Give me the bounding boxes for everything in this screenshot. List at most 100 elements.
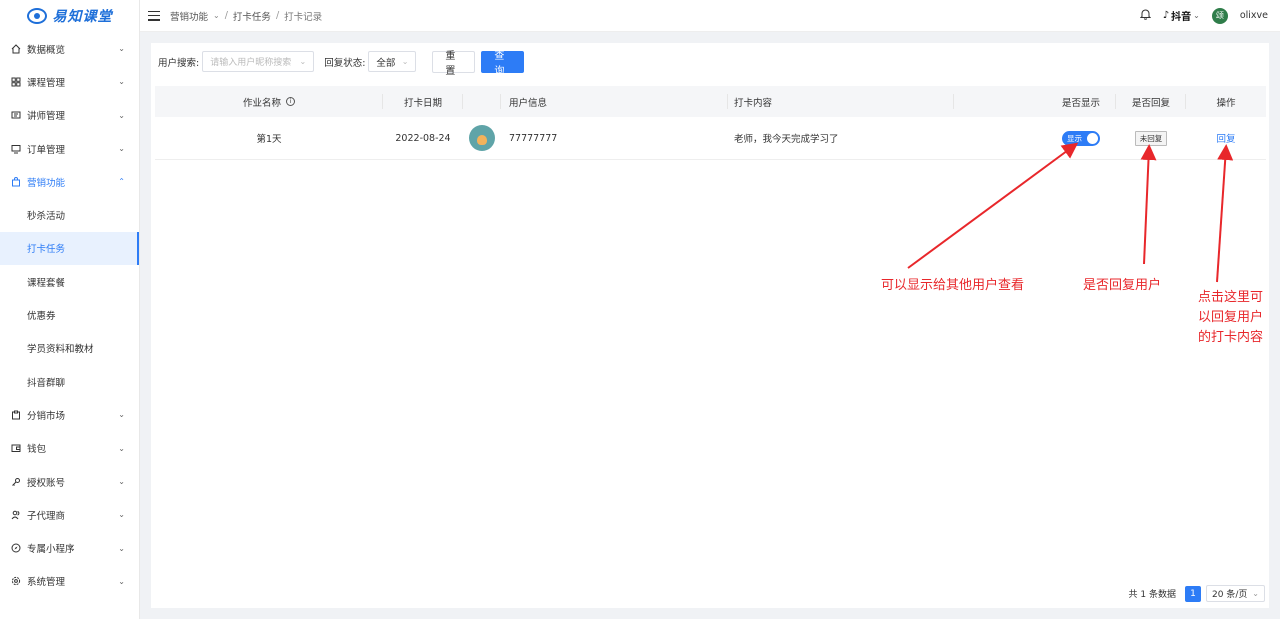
chevron-down-icon: ⌄ (213, 11, 220, 20)
page-button[interactable]: 1 (1185, 585, 1201, 602)
reply-status-tag: 未回复 (1134, 130, 1168, 146)
bell-icon[interactable] (1139, 8, 1151, 23)
home-icon (11, 43, 21, 54)
chevron-down-icon: ⌄ (118, 510, 125, 520)
chevron-down-icon: ⌄ (118, 77, 125, 87)
breadcrumb-separator: / (275, 10, 280, 21)
chevron-up-icon: ⌃ (118, 177, 125, 187)
query-button[interactable]: 查 询 (481, 50, 525, 77)
chevron-down-icon: ⌄ (118, 576, 125, 586)
cell-task: 第1天 (256, 134, 282, 145)
reset-button[interactable]: 重 置 (432, 50, 476, 77)
pagination: 共 1 条数据 1 20 条/页 ⌄ (1129, 585, 1265, 602)
chevron-down-icon: ⌄ (118, 543, 125, 553)
menu-fold-icon[interactable] (148, 10, 160, 21)
cell-display: 显示 (1046, 117, 1116, 159)
sidebar-item-orders[interactable]: 订单管理 ⌄ (0, 132, 139, 165)
cell-date: 2022-08-24 (395, 132, 451, 144)
wallet-icon (11, 443, 21, 453)
monitor-icon (11, 144, 21, 154)
sidebar-item-dashboard[interactable]: 数据概览 ⌄ (0, 32, 139, 65)
chevron-down-icon: ⌄ (401, 57, 409, 66)
sidebar-item-sub-agents[interactable]: 子代理商 ⌄ (0, 498, 139, 531)
chevron-down-icon: ⌄ (118, 477, 125, 486)
reply-link[interactable]: 回复 (1216, 131, 1235, 145)
sidebar: 易知课堂 数据概览 ⌄ 课程管理 ⌄ 讲师管理 ⌄ 订单管理 ⌄ 营销功能 ⌃ (0, 0, 140, 619)
chevron-down-icon: ⌄ (1252, 589, 1259, 598)
annotation-reply-status: 是否回复用户 (1083, 278, 1162, 293)
grid-icon (11, 77, 21, 87)
clipboard-icon (11, 410, 21, 420)
sidebar-subitem-course-bundle[interactable]: 课程套餐 (0, 265, 139, 298)
total-count: 共 1 条数据 (1128, 590, 1176, 600)
checkin-records-table: 作业名称 i 打卡日期 用户信息 打卡内容 是否显示 是否回复 操作 第1天 2… (155, 86, 1266, 160)
cell-spacer (954, 117, 1046, 159)
sidebar-item-distribution[interactable]: 分销市场 ⌄ (0, 398, 139, 431)
column-header-date: 打卡日期 (383, 86, 463, 117)
table-row: 第1天 2022-08-24 77777777 老师，我今天完成学习了 显示 未… (155, 117, 1266, 160)
key-icon (11, 477, 21, 487)
cell-avatar (463, 117, 501, 159)
bag-icon (11, 176, 21, 187)
breadcrumb-item-marketing[interactable]: 营销功能 (170, 9, 208, 23)
top-header: 营销功能 ⌄ / 打卡任务 / 打卡记录 ♪ 抖音 ⌄ 颂 olixve (140, 0, 1280, 32)
annotation-display: 可以显示给其他用户查看 (881, 278, 1025, 293)
chevron-down-icon: ⌄ (299, 57, 307, 66)
breadcrumb-separator: / (224, 10, 228, 21)
chevron-down-icon: ⌄ (118, 443, 125, 453)
annotation-action: 点击这里可 以回复用户 的打卡内容 (1198, 290, 1264, 345)
column-header-user-info: 用户信息 (501, 86, 728, 117)
display-toggle[interactable]: 显示 (1062, 130, 1100, 146)
filter-bar: 用户搜索: 请输入用户昵称搜索 ⌄ 回复状态: 全部 ⌄ 重 置 查 询 (158, 50, 530, 77)
breadcrumb-item-checkin-task[interactable]: 打卡任务 (233, 9, 271, 23)
sidebar-subitem-coupons[interactable]: 优惠券 (0, 298, 139, 331)
user-avatar (469, 125, 495, 151)
column-header-avatar (463, 86, 501, 117)
table-header: 作业名称 i 打卡日期 用户信息 打卡内容 是否显示 是否回复 操作 (155, 86, 1266, 117)
chevron-down-icon: ⌄ (118, 110, 125, 120)
reply-status-select[interactable]: 全部 ⌄ (368, 51, 417, 72)
username[interactable]: olixve (1240, 10, 1268, 21)
chevron-down-icon: ⌄ (1193, 11, 1200, 20)
chevron-down-icon: ⌄ (118, 144, 125, 154)
brand-name: 易知课堂 (52, 9, 113, 25)
reply-status-label: 回复状态: (324, 57, 366, 69)
gear-icon (11, 576, 21, 586)
column-header-replied: 是否回复 (1116, 86, 1186, 117)
breadcrumb-item-checkin-records: 打卡记录 (284, 11, 323, 23)
sidebar-item-mini-program[interactable]: 专属小程序 ⌄ (0, 531, 139, 564)
page-size-select[interactable]: 20 条/页 ⌄ (1206, 585, 1265, 602)
id-card-icon (11, 110, 21, 120)
platform-switcher[interactable]: ♪ 抖音 ⌄ (1163, 8, 1200, 23)
logo-icon (26, 8, 47, 24)
logo[interactable]: 易知课堂 (0, 0, 139, 32)
sidebar-subitem-flash-sale[interactable]: 秒杀活动 (0, 198, 139, 231)
sidebar-item-system[interactable]: 系统管理 ⌄ (0, 565, 139, 598)
sidebar-item-wallet[interactable]: 钱包 ⌄ (0, 432, 139, 465)
cell-content: 老师，我今天完成学习了 (734, 134, 839, 145)
user-search-label: 用户搜索: (158, 57, 200, 69)
cell-user-id: 77777777 (509, 132, 558, 144)
column-header-display: 是否显示 (1046, 86, 1116, 117)
sidebar-item-courses[interactable]: 课程管理 ⌄ (0, 65, 139, 98)
column-header-content: 打卡内容 (728, 86, 954, 117)
chevron-down-icon: ⌄ (118, 410, 125, 420)
users-icon (11, 510, 21, 520)
tiktok-icon: ♪ (1162, 10, 1170, 21)
breadcrumb: 营销功能 ⌄ / 打卡任务 / 打卡记录 (170, 9, 322, 23)
content-card: 用户搜索: 请输入用户昵称搜索 ⌄ 回复状态: 全部 ⌄ 重 置 查 询 作业名… (151, 43, 1269, 608)
sidebar-subitem-materials[interactable]: 学员资料和教材 (0, 332, 139, 365)
column-header-task: 作业名称 i (155, 86, 383, 117)
sidebar-subitem-checkin-task[interactable]: 打卡任务 (0, 231, 139, 266)
sidebar-item-authorized-accounts[interactable]: 授权账号 ⌄ (0, 465, 139, 498)
sidebar-subitem-douyin-group[interactable]: 抖音群聊 (0, 365, 139, 398)
column-header-action: 操作 (1216, 97, 1236, 109)
sidebar-item-teachers[interactable]: 讲师管理 ⌄ (0, 99, 139, 132)
cell-replied: 未回复 (1116, 117, 1186, 159)
info-icon[interactable]: i (286, 97, 295, 106)
cell-action: 回复 (1186, 117, 1266, 159)
user-search-input[interactable]: 请输入用户昵称搜索 ⌄ (202, 51, 315, 72)
sidebar-item-marketing[interactable]: 营销功能 ⌃ (0, 165, 139, 198)
avatar[interactable]: 颂 (1211, 7, 1228, 24)
chevron-down-icon: ⌄ (118, 44, 125, 54)
